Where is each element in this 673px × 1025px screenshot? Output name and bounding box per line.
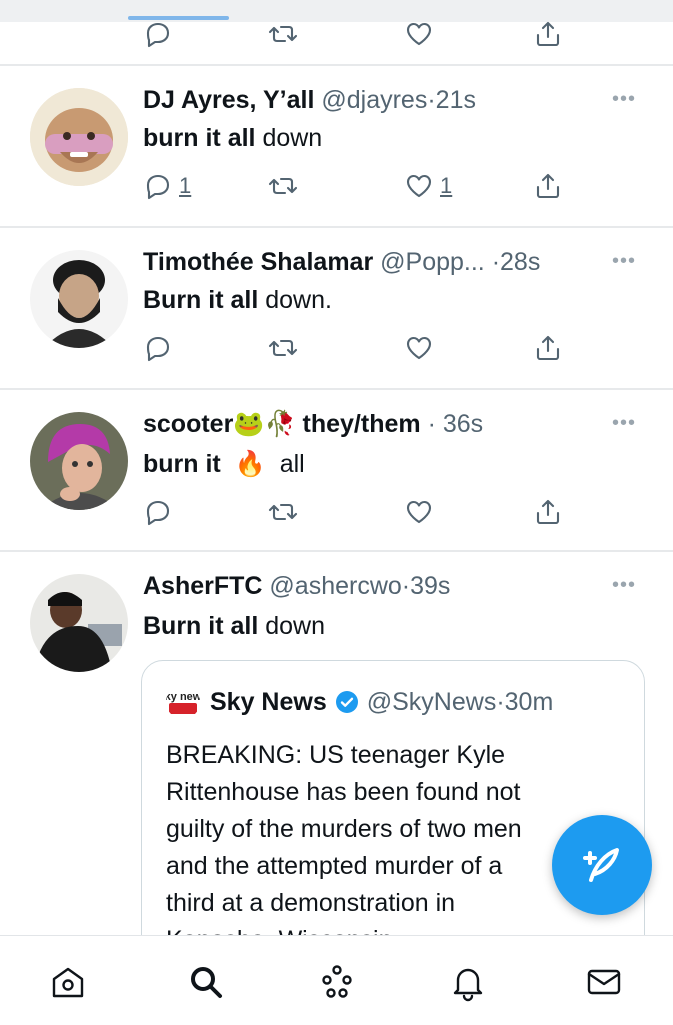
tab-messages[interactable] [584,962,624,1002]
home-icon [52,967,84,998]
divider [0,388,673,390]
retweet-icon [268,503,298,521]
like-icon [406,500,432,524]
retweet-button[interactable] [268,492,298,532]
tweet-header: Timothée Shalamar @Popp... · 28s [143,248,540,277]
display-name[interactable]: AsherFTC [143,572,262,601]
tweet-text: burn it all down [143,124,323,152]
reply-icon [146,500,170,526]
retweet-icon [268,177,298,195]
quoted-handle[interactable]: @SkyNews [367,688,497,717]
handle[interactable]: @ashercwo [269,572,401,601]
avatar[interactable] [30,574,128,672]
search-icon [191,967,222,998]
divider [0,550,673,552]
share-button[interactable] [533,492,563,532]
tweet-text: Burn it all down. [143,286,332,314]
like-button[interactable] [404,492,434,532]
share-icon [536,173,560,199]
pronouns[interactable]: they/them [303,410,421,439]
separator: · [427,86,436,114]
tweet-actions [0,492,673,532]
like-count: 1 [440,173,453,198]
separator: · [427,410,436,438]
retweet-icon [268,339,298,357]
like-button[interactable] [404,14,434,54]
retweet-icon [268,25,298,43]
reply-count: 1 [179,173,192,198]
more-options-button[interactable]: ••• [612,412,636,435]
fire-emoji: 🔥 [234,450,266,478]
tweet-actions [0,328,673,368]
spaces-icon [322,965,352,998]
retweet-button[interactable] [268,166,298,206]
timestamp[interactable]: 28s [500,248,540,277]
reply-button[interactable] [143,492,173,532]
divider [0,64,673,66]
divider [0,226,673,228]
messages-icon [587,969,621,995]
share-icon [536,335,560,361]
like-icon [406,22,432,46]
prev-tweet-actions [0,14,673,54]
more-options-button[interactable]: ••• [612,574,636,597]
quoted-tweet[interactable]: sky news Sky News @SkyNews·30m BREAKING:… [141,660,645,962]
svg-text:sky news: sky news [166,691,200,703]
share-button[interactable] [533,328,563,368]
retweet-button[interactable] [268,14,298,54]
reply-button[interactable]: 1 [143,166,191,206]
reply-button[interactable] [143,14,173,54]
timestamp[interactable]: 39s [410,572,450,601]
tweet-header: scooter 🐸🥀 they/them · 36s [143,410,483,439]
notifications-icon [453,968,483,1002]
timestamp[interactable]: 21s [436,86,476,115]
like-icon [406,174,432,198]
tab-notifications[interactable] [448,962,488,1002]
like-button[interactable] [404,328,434,368]
display-name[interactable]: scooter [143,410,233,439]
quoted-timestamp[interactable]: 30m [505,688,554,717]
quoted-display-name[interactable]: Sky News [210,688,327,717]
share-icon [536,21,560,47]
handle[interactable]: @Popp... [380,248,485,277]
tweet-actions: 1 1 [0,166,673,206]
reply-icon [146,174,170,200]
verified-badge-icon [335,690,359,714]
tweet-header: DJ Ayres, Y’all @djayres · 21s [143,86,476,115]
reply-icon [146,336,170,362]
tab-home[interactable] [48,962,88,1002]
share-button[interactable] [533,166,563,206]
timestamp[interactable]: 36s [443,410,483,439]
more-options-button[interactable]: ••• [612,88,636,111]
reply-icon [146,22,170,48]
quoted-tweet-text: BREAKING: US teenager Kyle Rittenhouse h… [166,741,522,954]
compose-tweet-button[interactable] [552,815,652,915]
reply-button[interactable] [143,328,173,368]
name-emoji: 🐸🥀 [233,410,296,438]
share-button[interactable] [533,14,563,54]
tweet-text: burn it 🔥 all [143,450,305,478]
more-options-button[interactable]: ••• [612,250,636,273]
bottom-tab-bar [0,935,673,1025]
share-icon [536,499,560,525]
compose-icon [583,848,619,882]
like-button[interactable]: 1 [404,166,452,206]
separator: · [401,572,411,600]
tab-spaces[interactable] [317,962,357,1002]
separator: · [491,248,501,276]
retweet-button[interactable] [268,328,298,368]
tweet-header: AsherFTC @ashercwo · 39s [143,572,450,601]
handle[interactable]: @djayres [321,86,427,115]
display-name[interactable]: Timothée Shalamar [143,248,373,277]
avatar-image [30,574,128,672]
quoted-tweet-header: sky news Sky News @SkyNews·30m [166,685,553,719]
like-icon [406,336,432,360]
tab-search[interactable] [186,962,226,1002]
tweet-text: Burn it all down [143,612,326,640]
display-name[interactable]: DJ Ayres, Y’all [143,86,314,115]
sky-news-logo: sky news [166,685,200,719]
